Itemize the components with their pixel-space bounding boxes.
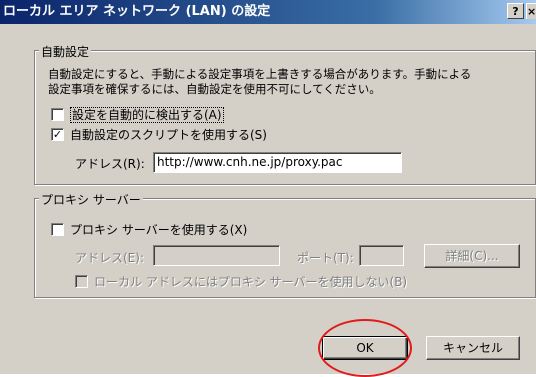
title-bar: ローカル エリア ネットワーク (LAN) の設定 ? ×: [0, 0, 536, 24]
lan-settings-dialog: ローカル エリア ネットワーク (LAN) の設定 ? × 自動設定 自動設定に…: [0, 0, 536, 377]
auto-config-group-title: 自動設定: [39, 43, 92, 60]
use-proxy-checkbox[interactable]: [51, 223, 64, 236]
proxy-port-input[interactable]: [359, 245, 404, 266]
script-address-input[interactable]: http://www.cnh.ne.jp/proxy.pac: [153, 152, 402, 173]
bypass-local-checkbox[interactable]: [75, 275, 88, 288]
proxy-details-button[interactable]: 詳細(C)...: [424, 244, 520, 268]
use-proxy-label[interactable]: プロキシ サーバーを使用する(X): [70, 221, 247, 238]
cancel-button[interactable]: キャンセル: [426, 336, 520, 360]
auto-config-description-line1: 自動設定にすると、手動による設定事項を上書きする場合があります。手動による: [48, 67, 472, 81]
use-script-label[interactable]: 自動設定のスクリプトを使用する(S): [70, 126, 267, 143]
auto-detect-label[interactable]: 設定を自動的に検出する(A): [70, 106, 224, 123]
annotation-ellipse: [318, 319, 412, 377]
window-title: ローカル エリア ネットワーク (LAN) の設定: [3, 4, 271, 19]
script-address-label: アドレス(R):: [75, 157, 145, 171]
proxy-address-input[interactable]: [153, 245, 280, 266]
auto-detect-checkbox[interactable]: [51, 108, 64, 121]
proxy-address-label: アドレス(E):: [75, 251, 144, 265]
help-button[interactable]: ?: [507, 3, 524, 19]
auto-config-description-line2: 設定事項を確保するには、自動設定を使用不可にしてください。: [48, 82, 381, 96]
close-button[interactable]: ×: [526, 3, 536, 19]
proxy-server-group-title: プロキシ サーバー: [39, 191, 143, 208]
bypass-local-label[interactable]: ローカル アドレスにはプロキシ サーバーを使用しない(B): [94, 273, 407, 290]
use-script-checkbox[interactable]: ✓: [51, 128, 64, 141]
proxy-port-label: ポート(T):: [297, 251, 354, 265]
